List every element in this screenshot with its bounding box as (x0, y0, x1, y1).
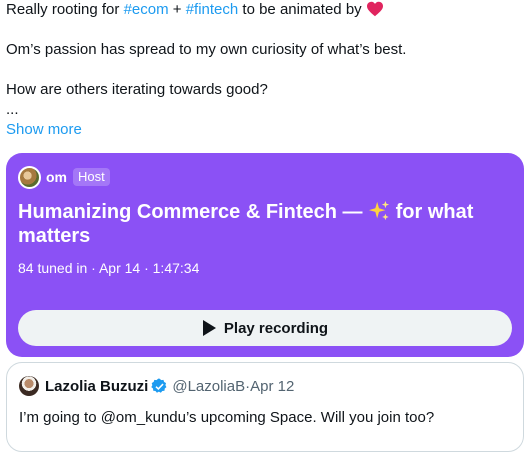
hashtag-ecom-link[interactable]: #ecom (124, 1, 169, 18)
quote-date[interactable]: Apr 12 (250, 378, 294, 395)
space-meta: 84 tuned in · Apr 14 · 1:47:34 (18, 260, 200, 276)
tweet-text-prefix: Really rooting for (6, 1, 124, 18)
tweet-ellipsis: ... (6, 101, 19, 118)
tweet-line-3: How are others iterating towards good? (6, 81, 268, 98)
host-avatar[interactable] (18, 165, 41, 189)
hashtag-fintech-link[interactable]: #fintech (186, 1, 239, 18)
quote-author-name[interactable]: Lazolia Buzuzi (45, 378, 148, 395)
host-badge: Host (73, 168, 110, 186)
space-card[interactable]: om Host Humanizing Commerce & Fintech — … (6, 153, 524, 357)
heart-icon (366, 1, 383, 17)
quote-tweet-card[interactable]: Lazolia Buzuzi @LazoliaB · Apr 12 I’m go… (6, 362, 524, 452)
space-title-prefix: Humanizing Commerce & Fintech — (18, 201, 369, 223)
show-more-link[interactable]: Show more (6, 121, 82, 138)
play-recording-label: Play recording (223, 319, 329, 337)
host-name[interactable]: om (46, 169, 67, 185)
sparkles-icon (368, 200, 390, 221)
verified-badge-icon (151, 378, 167, 393)
quote-text: I’m going to @om_kundu’s upcoming Space.… (19, 409, 435, 426)
play-icon (202, 320, 216, 336)
space-title: Humanizing Commerce & Fintech — for what… (18, 200, 508, 248)
tweet-line-2: Om’s passion has spread to my own curios… (6, 41, 407, 58)
space-host-row: om Host (18, 165, 110, 189)
quote-author-handle[interactable]: @LazoliaB (172, 378, 245, 395)
tweet-text-plus: + (168, 1, 186, 18)
tweet-line-1: Really rooting for #ecom + #fintech to b… (6, 0, 521, 20)
quote-header: Lazolia Buzuzi @LazoliaB · Apr 12 (19, 376, 294, 396)
quote-avatar[interactable] (19, 376, 39, 396)
tweet-text-suffix: to be animated by (238, 1, 366, 18)
tweet-body: Really rooting for #ecom + #fintech to b… (6, 0, 521, 120)
play-recording-button[interactable]: Play recording (18, 310, 512, 346)
